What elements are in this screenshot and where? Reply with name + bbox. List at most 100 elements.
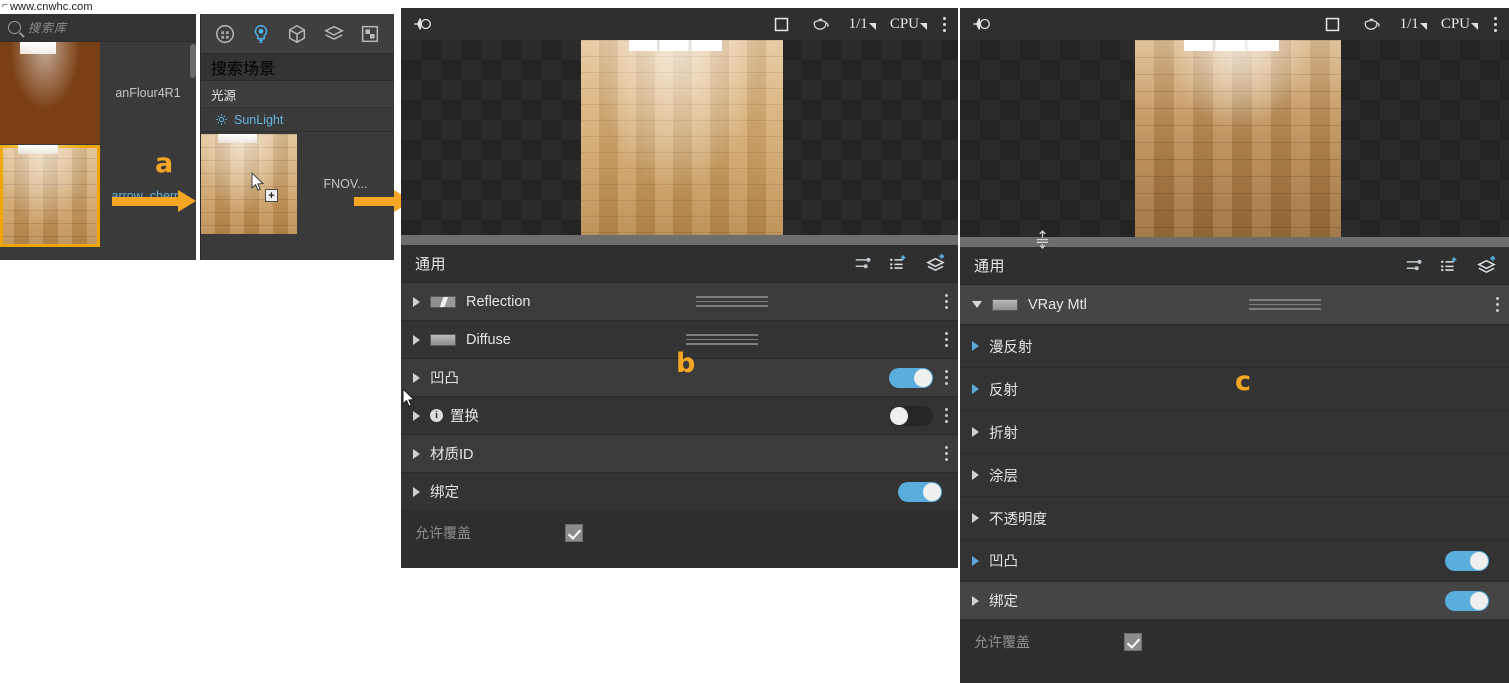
- chevron-right-icon[interactable]: [413, 486, 420, 497]
- light-pair-icon[interactable]: [970, 15, 996, 33]
- kebab-menu-icon[interactable]: [939, 15, 950, 34]
- allow-override-checkbox[interactable]: [565, 524, 583, 542]
- bump-toggle[interactable]: [889, 367, 933, 388]
- render-element-icon[interactable]: [358, 22, 382, 46]
- chevron-right-icon[interactable]: [972, 341, 979, 351]
- property-label: 涂层: [989, 468, 1018, 485]
- binding-toggle[interactable]: [898, 481, 942, 502]
- material-sphere-icon[interactable]: [213, 22, 237, 46]
- chevron-right-icon[interactable]: [413, 410, 420, 421]
- screenshot-root: ⌐ www.cnwhc.com 搜索库 anFlour4R1 arrow_cher…: [0, 0, 1509, 683]
- scene-panel: 搜索场景 光源 SunLight + FNOV...: [200, 14, 412, 260]
- chevron-right-icon[interactable]: [413, 372, 420, 383]
- row-kebab-icon[interactable]: [945, 408, 948, 423]
- scene-item-sunlight[interactable]: SunLight: [201, 108, 394, 132]
- table-row[interactable]: 凹凸: [960, 540, 1509, 582]
- mid-viewport-toolbar: 1/1 CPU: [401, 8, 958, 40]
- teapot-icon[interactable]: [810, 15, 831, 33]
- table-row[interactable]: Reflection: [401, 283, 958, 321]
- mid-render-viewport[interactable]: [401, 40, 958, 235]
- mouse-cursor-icon: [402, 387, 416, 408]
- device-label[interactable]: CPU: [890, 16, 927, 33]
- chevron-right-icon[interactable]: [972, 513, 979, 523]
- library-scrollbar[interactable]: [190, 44, 196, 78]
- row-kebab-icon[interactable]: [945, 294, 949, 309]
- square-icon[interactable]: [1324, 16, 1341, 33]
- table-row[interactable]: 材质ID: [401, 435, 958, 473]
- kebab-menu-icon[interactable]: [1490, 15, 1501, 34]
- allow-override-checkbox[interactable]: [1124, 633, 1142, 651]
- chevron-down-icon[interactable]: [972, 301, 982, 308]
- chevron-down-icon[interactable]: [1419, 22, 1427, 30]
- teapot-icon[interactable]: [1361, 15, 1382, 33]
- ratio-label[interactable]: 1/1: [849, 16, 878, 33]
- chevron-down-icon[interactable]: [1471, 22, 1478, 30]
- chevron-right-icon[interactable]: [972, 384, 979, 394]
- add-list-icon[interactable]: [1440, 257, 1460, 274]
- mid-panel-divider[interactable]: [401, 235, 958, 245]
- table-row[interactable]: 不透明度: [960, 497, 1509, 540]
- right-render-viewport[interactable]: [960, 40, 1509, 237]
- chevron-right-icon[interactable]: [972, 595, 979, 606]
- chevron-right-icon[interactable]: [413, 448, 420, 459]
- table-row[interactable]: i 置换: [401, 397, 958, 435]
- list-item[interactable]: anFlour4R1: [0, 42, 196, 144]
- library-search-row[interactable]: 搜索库: [0, 14, 196, 42]
- chevron-right-icon[interactable]: [413, 296, 420, 307]
- displacement-toggle[interactable]: [889, 405, 933, 426]
- chevron-right-icon[interactable]: [972, 470, 979, 480]
- add-layer-icon[interactable]: [1476, 256, 1497, 275]
- sliders-icon[interactable]: [853, 255, 873, 272]
- table-row[interactable]: 涂层: [960, 454, 1509, 497]
- light-pair-icon[interactable]: [411, 15, 437, 33]
- right-properties-header: 通用: [960, 247, 1509, 285]
- table-row[interactable]: 绑定: [401, 473, 958, 511]
- scene-asset-name: FNOV...: [297, 134, 394, 234]
- scene-asset-row[interactable]: + FNOV...: [201, 134, 394, 234]
- browser-url-bar[interactable]: ⌐ www.cnwhc.com: [0, 0, 400, 14]
- resize-handle-icon[interactable]: [1032, 228, 1052, 250]
- scene-asset-thumbnail[interactable]: +: [201, 134, 297, 234]
- asset-thumbnail[interactable]: [0, 42, 100, 144]
- ratio-value: 1/1: [848, 15, 868, 32]
- table-row[interactable]: 绑定: [960, 582, 1509, 620]
- bump-toggle[interactable]: [1445, 550, 1489, 571]
- light-bulb-icon[interactable]: [249, 22, 273, 46]
- device-label[interactable]: CPU: [1441, 16, 1478, 33]
- chevron-right-icon[interactable]: [972, 555, 979, 566]
- layers-icon[interactable]: [322, 22, 346, 46]
- row-kebab-icon[interactable]: [945, 446, 948, 461]
- ratio-label[interactable]: 1/1: [1400, 16, 1429, 33]
- color-swatch[interactable]: [992, 298, 1018, 311]
- info-icon[interactable]: i: [430, 409, 443, 422]
- annotation-arrow-a: [112, 190, 196, 212]
- row-kebab-icon[interactable]: [945, 370, 948, 385]
- scene-category-light[interactable]: 光源: [201, 81, 394, 108]
- scene-search-row[interactable]: 搜索场景: [201, 54, 394, 81]
- chevron-right-icon[interactable]: [972, 427, 979, 437]
- row-kebab-icon[interactable]: [1496, 297, 1500, 312]
- table-row[interactable]: VRay Mtl: [960, 285, 1509, 325]
- chevron-down-icon[interactable]: [868, 22, 876, 30]
- add-list-icon[interactable]: [889, 255, 909, 272]
- table-row[interactable]: 折射: [960, 411, 1509, 454]
- square-icon[interactable]: [773, 16, 790, 33]
- geometry-cube-icon[interactable]: [285, 22, 309, 46]
- sliders-icon[interactable]: [1404, 257, 1424, 274]
- row-kebab-icon[interactable]: [945, 332, 948, 347]
- color-swatch[interactable]: [430, 333, 456, 346]
- chevron-down-icon[interactable]: [920, 22, 927, 30]
- table-row[interactable]: 漫反射: [960, 325, 1509, 368]
- ratio-value: 1/1: [1399, 15, 1419, 32]
- right-panel-divider[interactable]: [960, 229, 1509, 249]
- asset-thumbnail[interactable]: [0, 145, 100, 247]
- mid-allow-override-row[interactable]: 允许覆盖: [401, 511, 958, 555]
- color-swatch[interactable]: [430, 295, 456, 308]
- mid-properties-header: 通用: [401, 245, 958, 283]
- binding-toggle[interactable]: [1445, 590, 1489, 611]
- library-search-placeholder: 搜索库: [28, 21, 68, 35]
- scene-toolbar: [201, 14, 394, 54]
- add-layer-icon[interactable]: [925, 254, 946, 273]
- right-allow-override-row[interactable]: 允许覆盖: [960, 620, 1509, 664]
- chevron-right-icon[interactable]: [413, 334, 420, 345]
